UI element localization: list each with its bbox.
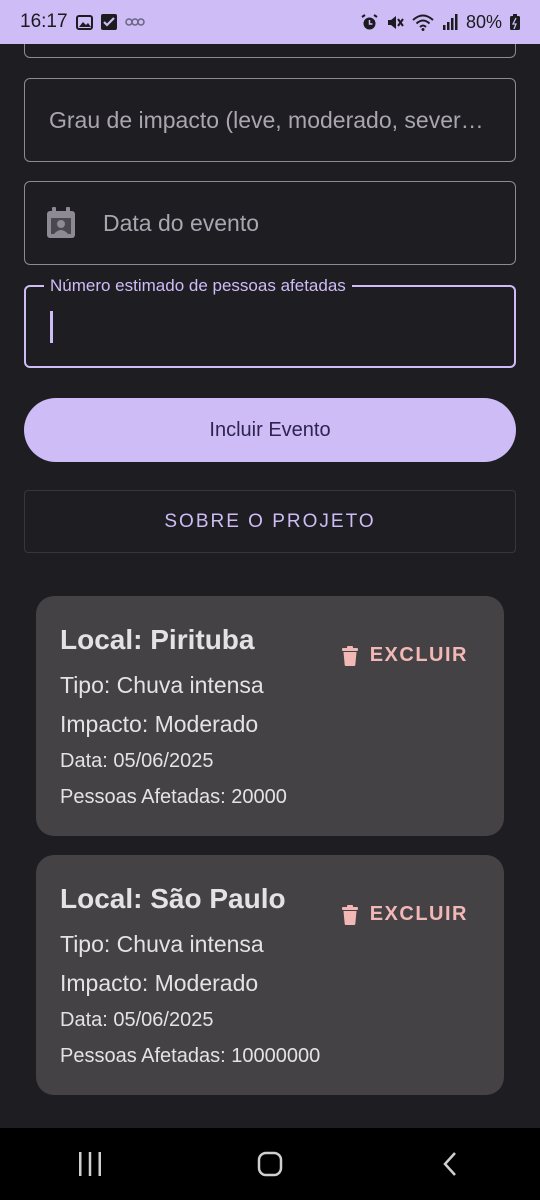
- battery-percent: 80%: [465, 11, 502, 32]
- voicemail-icon: [124, 18, 145, 26]
- home-button[interactable]: [250, 1144, 290, 1184]
- home-icon: [257, 1151, 283, 1177]
- event-date: Data: 05/06/2025: [60, 1009, 214, 1031]
- back-button[interactable]: [430, 1144, 470, 1184]
- signal-icon: [442, 14, 458, 30]
- calendar-icon[interactable]: [45, 206, 77, 240]
- event-card: Local: São Paulo Tipo: Chuva intensa Imp…: [36, 855, 504, 1095]
- battery-icon: [510, 14, 520, 30]
- date-field[interactable]: Data do evento: [24, 181, 516, 265]
- event-date: Data: 05/06/2025: [60, 750, 214, 772]
- mute-icon: [387, 15, 404, 29]
- about-project-button[interactable]: SOBRE O PROJETO: [24, 490, 516, 553]
- delete-event-button[interactable]: EXCLUIR: [341, 644, 468, 667]
- check-icon: [100, 14, 117, 30]
- status-bar: 16:17 80%: [0, 0, 540, 44]
- navigation-bar: [0, 1128, 540, 1200]
- people-affected-label: Número estimado de pessoas afetadas: [44, 276, 352, 296]
- delete-label: EXCLUIR: [369, 644, 468, 666]
- wifi-icon: [412, 14, 434, 31]
- delete-label: EXCLUIR: [369, 903, 468, 925]
- impact-field[interactable]: Grau de impacto (leve, moderado, sever…: [24, 78, 516, 162]
- trash-icon: [341, 645, 358, 666]
- people-affected-field[interactable]: Número estimado de pessoas afetadas: [24, 276, 516, 368]
- status-time: 16:17: [20, 11, 68, 32]
- event-type: Tipo: Chuva intensa: [60, 931, 264, 957]
- impact-placeholder: Grau de impacto (leve, moderado, sever…: [49, 106, 484, 133]
- event-impact: Impacto: Moderado: [60, 711, 259, 737]
- text-cursor: [50, 310, 53, 343]
- image-icon: [75, 14, 93, 30]
- delete-event-button[interactable]: EXCLUIR: [341, 903, 468, 926]
- event-people: Pessoas Afetadas: 10000000: [60, 1045, 321, 1067]
- back-icon: [443, 1152, 456, 1176]
- alarm-icon: [361, 13, 378, 29]
- main-content: Grau de impacto (leve, moderado, sever… …: [0, 0, 540, 1128]
- date-placeholder: Data do evento: [103, 209, 260, 236]
- event-people: Pessoas Afetadas: 20000: [60, 786, 287, 808]
- recents-button[interactable]: [70, 1144, 110, 1184]
- recents-icon: [79, 1152, 101, 1176]
- include-event-button[interactable]: Incluir Evento: [24, 398, 516, 462]
- event-type: Tipo: Chuva intensa: [60, 672, 264, 698]
- event-impact: Impacto: Moderado: [60, 970, 259, 996]
- trash-icon: [341, 904, 358, 925]
- event-card: Local: Pirituba Tipo: Chuva intensa Impa…: [36, 596, 504, 836]
